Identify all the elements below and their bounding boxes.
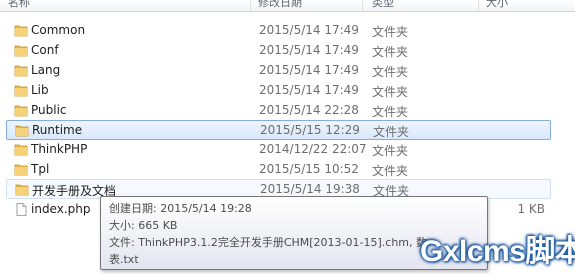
column-header-date[interactable]: 修改日期 (258, 0, 358, 12)
file-type: 文件夹 (372, 164, 409, 178)
folder-icon (14, 163, 28, 176)
column-header: 名称 修改日期 类型 大小 (0, 0, 575, 12)
column-header-name[interactable]: 名称 (8, 0, 68, 12)
list-item[interactable]: Tpl 2015/5/15 10:52 文件夹 (6, 160, 551, 180)
file-type: 文件夹 (372, 45, 409, 59)
file-name: Lib (31, 83, 49, 97)
file-date: 2015/5/14 17:49 (259, 83, 359, 97)
list-item[interactable]: Public 2015/5/14 22:28 文件夹 (6, 101, 551, 121)
list-item[interactable]: ThinkPHP 2014/12/22 22:07 文件夹 (6, 140, 551, 160)
folder-icon (14, 104, 28, 117)
column-divider[interactable] (250, 0, 251, 12)
file-type: 文件夹 (372, 144, 409, 158)
file-name: Conf (31, 43, 59, 57)
file-name: Public (31, 103, 67, 117)
file-type: 文件夹 (372, 65, 409, 79)
file-name: Runtime (32, 123, 83, 137)
folder-icon (15, 124, 29, 137)
column-header-type[interactable]: 类型 (372, 0, 472, 12)
folder-icon (14, 143, 28, 156)
file-type: 文件夹 (373, 125, 410, 139)
file-date: 2015/5/14 17:49 (259, 63, 359, 77)
column-divider[interactable] (478, 0, 479, 12)
column-divider[interactable] (362, 0, 363, 12)
file-name: Lang (31, 63, 61, 77)
file-type: 文件夹 (372, 85, 409, 99)
file-name: Common (31, 23, 86, 37)
php-file-icon (14, 203, 28, 216)
file-date: 2014/12/22 22:07 (259, 142, 367, 156)
list-item[interactable]: Lang 2015/5/14 17:49 文件夹 (6, 61, 551, 81)
folder-icon (14, 64, 28, 77)
file-size: 1 KB (517, 202, 545, 216)
list-item[interactable]: Common 2015/5/14 17:49 文件夹 (6, 21, 551, 41)
folder-icon (15, 183, 29, 196)
file-name: Tpl (31, 162, 50, 176)
file-type: 文件夹 (372, 105, 409, 119)
folder-icon (14, 44, 28, 57)
folder-icon (14, 84, 28, 97)
file-date: 2015/5/14 22:28 (259, 103, 359, 117)
file-name: index.php (31, 202, 91, 216)
tooltip-created-date: 创建日期: 2015/5/14 19:28 (109, 202, 252, 215)
list-item[interactable]: Lib 2015/5/14 17:49 文件夹 (6, 81, 551, 101)
file-date: 2015/5/15 12:29 (260, 123, 360, 137)
site-watermark: Gxlcms脚本 (420, 235, 575, 268)
list-item[interactable]: Conf 2015/5/14 17:49 文件夹 (6, 41, 551, 61)
file-name: ThinkPHP (31, 142, 88, 156)
file-date: 2015/5/14 17:49 (259, 43, 359, 57)
file-date: 2015/5/14 17:49 (259, 23, 359, 37)
list-item-selected[interactable]: Runtime 2015/5/15 12:29 文件夹 (6, 120, 551, 140)
column-header-size[interactable]: 大小 (486, 0, 566, 12)
file-date: 2015/5/15 10:52 (259, 162, 359, 176)
file-date: 2015/5/14 19:38 (260, 182, 360, 196)
folder-icon (14, 24, 28, 37)
file-type: 文件夹 (372, 25, 409, 39)
